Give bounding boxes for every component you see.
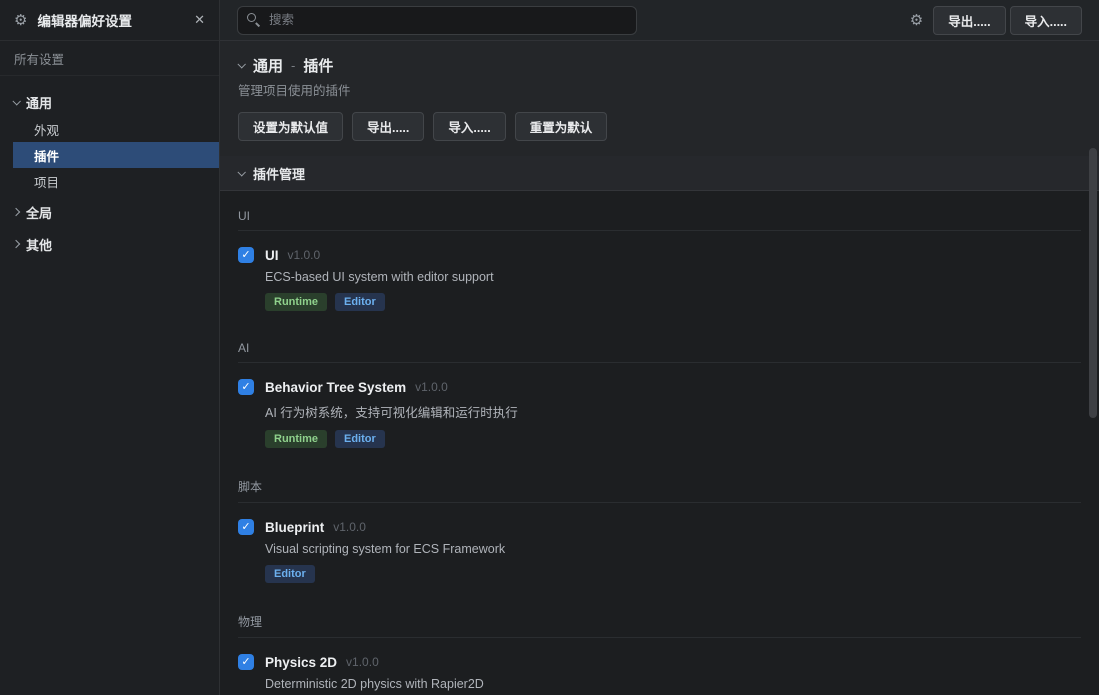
- sidebar-item-plugins[interactable]: 插件: [13, 142, 219, 168]
- gear-icon: ⚙: [14, 13, 27, 28]
- plugin-enabled-checkbox[interactable]: ✓: [238, 654, 254, 670]
- divider: [238, 502, 1081, 503]
- reset-default-button[interactable]: 重置为默认: [515, 112, 608, 141]
- plugin-badges: Editor: [265, 565, 1081, 583]
- breadcrumb-parent[interactable]: 通用: [253, 55, 283, 76]
- plugin-name: Physics 2D: [265, 655, 337, 670]
- plugin-item: ✓ Behavior Tree System v1.0.0 AI 行为树系统，支持可视…: [238, 379, 1081, 448]
- sidebar-item-other[interactable]: 其他: [13, 230, 219, 258]
- import-plugins-button[interactable]: 导入.....: [433, 112, 505, 141]
- plugin-name: Blueprint: [265, 520, 324, 535]
- plugin-category-label: UI: [238, 209, 1081, 223]
- plugin-description: AI 行为树系统，支持可视化编辑和运行时执行: [265, 402, 1081, 421]
- plugin-badges: Runtime Editor: [265, 293, 1081, 311]
- search-wrap: [237, 6, 637, 35]
- plugin-version: v1.0.0: [288, 248, 321, 262]
- settings-tree: 通用外观插件项目全局其他: [13, 76, 219, 258]
- sidebar-item-general[interactable]: 通用: [13, 88, 219, 116]
- export-button[interactable]: 导出.....: [933, 6, 1005, 35]
- plugin-enabled-checkbox[interactable]: ✓: [238, 519, 254, 535]
- divider: [238, 637, 1081, 638]
- dialog-title: 编辑器偏好设置: [37, 10, 194, 30]
- section-header-plugin-management[interactable]: 插件管理: [220, 156, 1099, 191]
- import-button[interactable]: 导入.....: [1010, 6, 1082, 35]
- sidebar-item-label: 外观: [34, 120, 59, 139]
- checkmark-icon: ✓: [241, 250, 250, 261]
- section-title: 插件管理: [253, 164, 305, 183]
- plugin-description: ECS-based UI system with editor support: [265, 270, 1081, 284]
- export-plugins-button[interactable]: 导出.....: [352, 112, 424, 141]
- plugin-enabled-checkbox[interactable]: ✓: [238, 247, 254, 263]
- plugin-head: ✓ Blueprint v1.0.0: [238, 519, 1081, 535]
- plugin-item: ✓ Physics 2D v1.0.0 Deterministic 2D physic…: [238, 654, 1081, 695]
- close-icon[interactable]: ✕: [194, 12, 205, 28]
- sidebar-titlebar: ⚙ 编辑器偏好设置 ✕: [0, 0, 219, 41]
- plugin-badges: Runtime Editor: [265, 430, 1081, 448]
- plugin-head: ✓ Behavior Tree System v1.0.0: [238, 379, 1081, 395]
- badge-editor: Editor: [335, 430, 385, 448]
- plugin-list: UI ✓ UI v1.0.0 ECS-based UI system with edit…: [220, 191, 1099, 695]
- chevron-right-icon: [12, 208, 20, 216]
- set-default-button[interactable]: 设置为默认值: [238, 112, 343, 141]
- sidebar-item-label: 通用: [26, 93, 52, 112]
- chevron-down-icon[interactable]: [237, 60, 245, 68]
- checkmark-icon: ✓: [241, 657, 250, 668]
- plugin-item: ✓ UI v1.0.0 ECS-based UI system with editor…: [238, 247, 1081, 311]
- sidebar-item-global[interactable]: 全局: [13, 198, 219, 226]
- page-subtitle: 管理项目使用的插件: [238, 80, 1081, 99]
- plugin-enabled-checkbox[interactable]: ✓: [238, 379, 254, 395]
- breadcrumb-current: 插件: [303, 55, 333, 76]
- plugin-version: v1.0.0: [346, 655, 379, 669]
- checkmark-icon: ✓: [241, 382, 250, 393]
- search-input[interactable]: [237, 6, 637, 35]
- sidebar-item-label: 其他: [26, 235, 52, 254]
- scrollbar-thumb[interactable]: [1089, 148, 1097, 418]
- plugin-description: Deterministic 2D physics with Rapier2D: [265, 677, 1081, 691]
- sidebar: ⚙ 编辑器偏好设置 ✕ 所有设置 通用外观插件项目全局其他: [0, 0, 220, 695]
- breadcrumb: 通用 - 插件: [238, 55, 1081, 75]
- checkmark-icon: ✓: [241, 522, 250, 533]
- page-header: 通用 - 插件 管理项目使用的插件 设置为默认值 导出..... 导入.....…: [220, 41, 1099, 156]
- plugin-category-label: 脚本: [238, 478, 1081, 495]
- plugin-category-label: 物理: [238, 613, 1081, 630]
- chevron-down-icon: [12, 97, 20, 105]
- sidebar-item-appearance[interactable]: 外观: [13, 116, 219, 142]
- plugin-description: Visual scripting system for ECS Framewor…: [265, 542, 1081, 556]
- search-icon: [247, 13, 260, 26]
- sidebar-item-label: 插件: [34, 146, 59, 165]
- sidebar-item-project[interactable]: 项目: [13, 168, 219, 194]
- divider: [238, 230, 1081, 231]
- topbar: ⚙ 导出..... 导入.....: [220, 0, 1099, 41]
- header-buttons: 设置为默认值 导出..... 导入..... 重置为默认: [238, 112, 1081, 141]
- all-settings-label[interactable]: 所有设置: [0, 41, 219, 76]
- plugin-version: v1.0.0: [333, 520, 366, 534]
- sidebar-item-label: 项目: [34, 172, 59, 191]
- badge-editor: Editor: [335, 293, 385, 311]
- plugin-name: UI: [265, 248, 279, 263]
- plugin-head: ✓ UI v1.0.0: [238, 247, 1081, 263]
- badge-runtime: Runtime: [265, 293, 327, 311]
- breadcrumb-separator: -: [291, 58, 295, 73]
- main-pane: ⚙ 导出..... 导入..... 通用 - 插件 管理项目使用的插件 设置为默…: [220, 0, 1099, 695]
- plugin-category-label: AI: [238, 341, 1081, 355]
- plugin-name: Behavior Tree System: [265, 380, 406, 395]
- settings-gear-icon[interactable]: ⚙: [910, 13, 923, 28]
- plugin-item: ✓ Blueprint v1.0.0 Visual scripting system …: [238, 519, 1081, 583]
- divider: [238, 362, 1081, 363]
- chevron-down-icon: [237, 168, 245, 176]
- plugin-head: ✓ Physics 2D v1.0.0: [238, 654, 1081, 670]
- plugin-version: v1.0.0: [415, 380, 448, 394]
- sidebar-item-label: 全局: [26, 203, 52, 222]
- badge-runtime: Runtime: [265, 430, 327, 448]
- chevron-right-icon: [12, 240, 20, 248]
- badge-editor: Editor: [265, 565, 315, 583]
